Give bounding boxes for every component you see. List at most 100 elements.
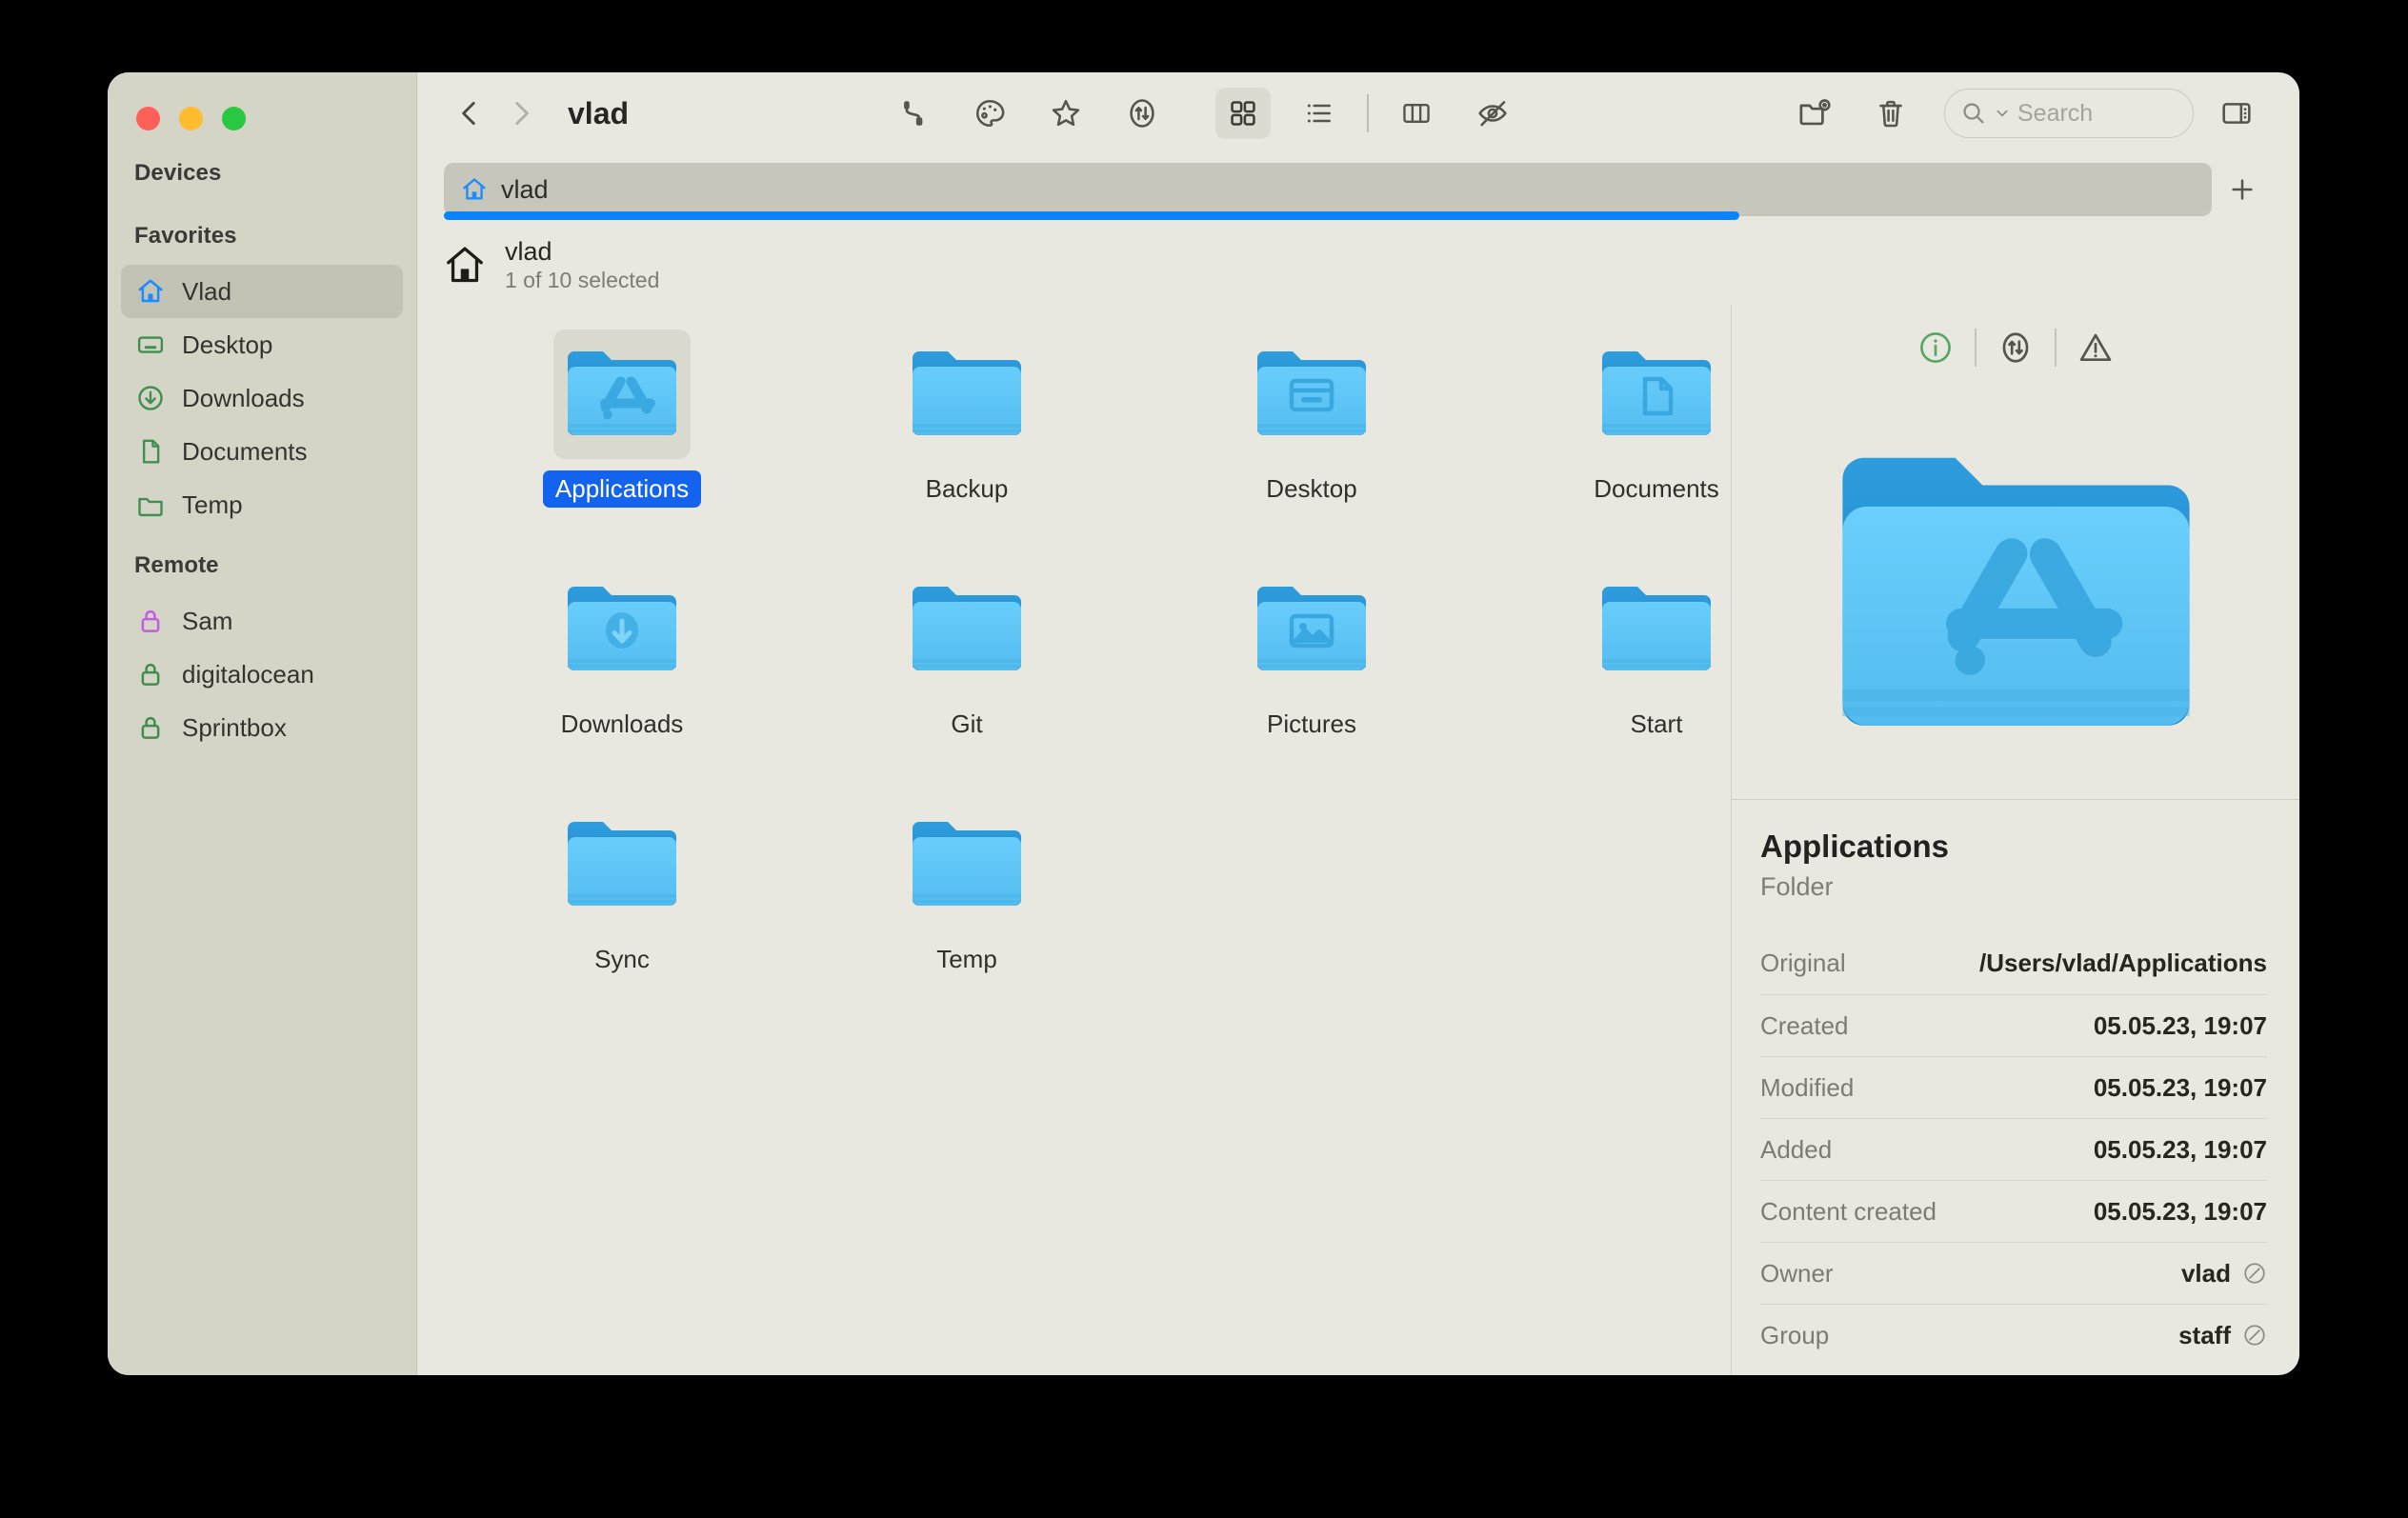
file-label: Temp — [936, 945, 997, 973]
warning-icon[interactable] — [2066, 320, 2125, 375]
inspector-panel: Applications Folder Original /Users/vlad… — [1732, 305, 2299, 1375]
folder-icon-applications — [553, 330, 691, 459]
inspector-divider — [2055, 329, 2057, 367]
folder-icon-backup — [898, 330, 1035, 459]
metadata-row: Original /Users/vlad/Applications — [1760, 932, 2267, 994]
metadata-value: vlad — [2180, 1258, 2231, 1288]
sidebar-item-label: Sprintbox — [182, 712, 287, 742]
star-icon[interactable] — [1038, 88, 1094, 139]
desktop-icon — [134, 329, 167, 361]
home-icon — [134, 275, 167, 308]
tab-vlad[interactable]: vlad — [444, 163, 2212, 216]
sidebar-item-label: digitalocean — [182, 659, 314, 689]
back-button[interactable] — [444, 88, 495, 139]
file-label: Applications — [542, 470, 702, 508]
folder-icon-temp — [898, 800, 1035, 929]
sidebar-item-sprintbox[interactable]: Sprintbox — [121, 701, 403, 754]
toolbar: vlad Search — [417, 72, 2299, 154]
list-view-icon[interactable] — [1292, 88, 1347, 139]
sidebar-item-label: Vlad — [182, 276, 232, 306]
inspector-toolbar — [1732, 305, 2299, 390]
search-icon — [1963, 103, 1984, 124]
chevron-down-icon — [1997, 110, 2008, 117]
metadata-value: 05.05.23, 19:07 — [2093, 1134, 2267, 1164]
sidebar-item-downloads[interactable]: Downloads — [121, 371, 403, 425]
close-button[interactable] — [136, 106, 160, 130]
metadata-row: Modified 05.05.23, 19:07 — [1760, 1056, 2267, 1118]
file-item-downloads[interactable]: Downloads — [450, 565, 794, 800]
metadata-row: Group staff — [1760, 1304, 2267, 1366]
file-label: Backup — [925, 474, 1009, 503]
sidebar-section-favorites: Favorites — [134, 223, 237, 249]
new-folder-icon[interactable] — [1787, 88, 1842, 139]
breadcrumb: vlad 1 of 10 selected — [417, 225, 2299, 305]
metadata-key: Modified — [1760, 1072, 1855, 1102]
new-tab-button[interactable] — [2212, 175, 2273, 204]
file-label: Start — [1630, 709, 1683, 738]
sidebar-item-label: Documents — [182, 436, 308, 466]
file-item-desktop[interactable]: Desktop — [1139, 330, 1484, 565]
file-label: Sync — [594, 945, 650, 973]
plus-icon — [2232, 179, 2253, 200]
sidebar-item-label: Temp — [182, 489, 243, 519]
sidebar-item-sam[interactable]: Sam — [121, 594, 403, 648]
file-item-temp[interactable]: Temp — [794, 800, 1139, 1035]
file-item-backup[interactable]: Backup — [794, 330, 1139, 565]
folder-icon-pictures — [1243, 565, 1380, 694]
metadata-key: Created — [1760, 1010, 1849, 1040]
file-item-pictures[interactable]: Pictures — [1139, 565, 1484, 800]
sort-icon[interactable] — [1986, 320, 2045, 375]
file-grid[interactable]: Applications Backup Desktop Documents Do… — [417, 305, 1732, 1375]
breadcrumb-name: vlad — [505, 237, 552, 267]
sidebar-item-vlad[interactable]: Vlad — [121, 265, 403, 318]
file-label: Git — [951, 709, 983, 738]
column-view-icon[interactable] — [1389, 88, 1444, 139]
sort-icon[interactable] — [1114, 88, 1170, 139]
no-edit-icon — [2244, 1263, 2265, 1284]
minimize-button[interactable] — [179, 106, 203, 130]
trash-icon[interactable] — [1863, 88, 1918, 139]
grid-view-icon[interactable] — [1214, 88, 1271, 139]
folder-icon-git — [898, 565, 1035, 694]
home-icon — [444, 244, 486, 286]
folder-icon-documents — [1588, 330, 1725, 459]
sidebar-item-temp[interactable]: Temp — [121, 478, 403, 531]
metadata-key: Group — [1760, 1320, 1830, 1349]
metadata-key: Owner — [1760, 1258, 1834, 1288]
inspector-preview — [1732, 390, 2299, 800]
file-item-sync[interactable]: Sync — [450, 800, 794, 1035]
forward-button[interactable] — [495, 88, 547, 139]
palette-icon[interactable] — [962, 88, 1017, 139]
sidebar-item-label: Sam — [182, 606, 233, 635]
file-label: Documents — [1594, 474, 1719, 503]
metadata-value: 05.05.23, 19:07 — [2093, 1196, 2267, 1226]
folder-icon — [134, 489, 167, 521]
search-placeholder: Search — [2017, 99, 2094, 127]
eye-slash-icon[interactable] — [1465, 88, 1520, 139]
sidebar-item-desktop[interactable]: Desktop — [121, 318, 403, 371]
folder-icon-applications-large — [1841, 457, 2190, 726]
info-icon[interactable] — [1906, 320, 1965, 375]
document-icon — [134, 435, 167, 468]
sidebar-item-digitalocean[interactable]: digitalocean — [121, 648, 403, 701]
file-item-git[interactable]: Git — [794, 565, 1139, 800]
right-pane: vlad Search vlad vlad 1 of 10 selected A… — [417, 72, 2299, 1375]
sidebar-right-icon[interactable] — [2209, 88, 2264, 139]
sidebar-section-devices: Devices — [134, 160, 222, 186]
sidebar-item-documents[interactable]: Documents — [121, 425, 403, 478]
search-input[interactable]: Search — [1944, 89, 2194, 138]
tab-bar: vlad — [417, 154, 2299, 225]
lock-icon — [134, 658, 167, 690]
metadata-row: Content created 05.05.23, 19:07 — [1760, 1180, 2267, 1242]
download-icon — [134, 382, 167, 414]
metadata-row: Created 05.05.23, 19:07 — [1760, 994, 2267, 1056]
no-edit-icon — [2244, 1325, 2265, 1346]
file-item-applications[interactable]: Applications — [450, 330, 794, 565]
finder-window: Devices Favorites Vlad Desktop Downloads… — [108, 72, 2299, 1375]
maximize-button[interactable] — [222, 106, 246, 130]
inspector-title: Applications — [1760, 829, 1950, 864]
content-split: Applications Backup Desktop Documents Do… — [417, 305, 2299, 1375]
connect-icon[interactable] — [886, 88, 941, 139]
sidebar-item-label: Downloads — [182, 383, 305, 412]
lock-icon — [134, 605, 167, 637]
